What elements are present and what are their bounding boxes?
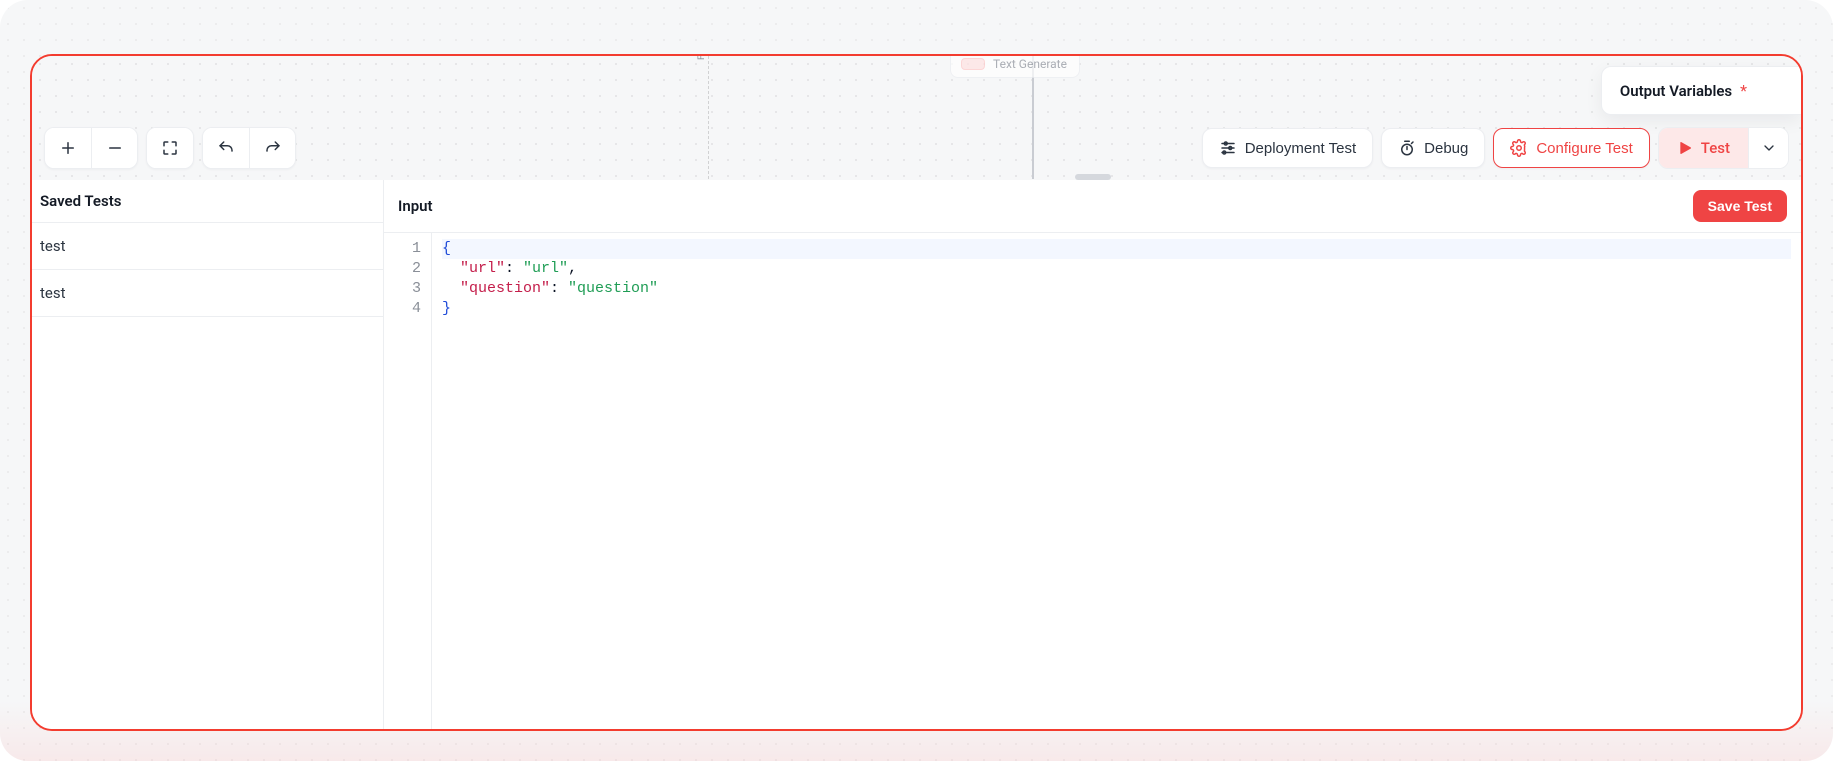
zoom-out-button[interactable]: [91, 128, 137, 168]
input-editor: Input Save Test 1234 { "url": "url", "qu…: [384, 180, 1801, 729]
code-line: {: [442, 239, 1791, 259]
editor-header: Input Save Test: [384, 180, 1801, 233]
canvas-toolbar: Deployment Test Debug Configure Test: [44, 127, 1789, 169]
editor-header-label: Input: [398, 197, 433, 215]
fit-view-button[interactable]: [147, 128, 193, 168]
saved-test-item[interactable]: test: [32, 270, 383, 317]
debug-button[interactable]: Debug: [1381, 128, 1485, 168]
app-root: Front Text Generate Output Variables *: [0, 0, 1833, 761]
gutter-line-number: 3: [390, 279, 421, 299]
gutter-line-number: 1: [390, 239, 421, 259]
redo-button[interactable]: [249, 128, 295, 168]
deployment-test-button[interactable]: Deployment Test: [1202, 128, 1373, 168]
gear-icon: [1510, 139, 1528, 157]
play-icon: [1677, 140, 1693, 156]
required-mark: *: [1740, 81, 1747, 100]
code-line: }: [442, 299, 1791, 319]
saved-tests-sidebar: Saved Tests testtest: [32, 180, 384, 729]
test-label: Test: [1701, 139, 1730, 157]
workflow-canvas[interactable]: Front Text Generate Output Variables *: [32, 56, 1801, 180]
code-content[interactable]: { "url": "url", "question": "question"}: [432, 233, 1801, 729]
undo-button[interactable]: [203, 128, 249, 168]
saved-tests-list: testtest: [32, 223, 383, 317]
test-button[interactable]: Test: [1659, 128, 1748, 168]
gutter-line-number: 2: [390, 259, 421, 279]
canvas-guide-label: Front: [697, 54, 707, 60]
test-dropdown-toggle[interactable]: [1748, 128, 1788, 168]
code-line: "url": "url",: [442, 259, 1791, 279]
undo-icon: [217, 139, 235, 157]
highlighted-region: Front Text Generate Output Variables *: [30, 54, 1803, 731]
configure-test-button[interactable]: Configure Test: [1493, 128, 1649, 168]
saved-test-item[interactable]: test: [32, 223, 383, 270]
output-variables-card[interactable]: Output Variables *: [1601, 66, 1801, 115]
fit-group: [146, 127, 194, 169]
panel-drag-handle[interactable]: [1075, 174, 1111, 180]
test-panel: Saved Tests testtest Input Save Test 123…: [32, 180, 1801, 729]
deployment-test-label: Deployment Test: [1245, 140, 1356, 157]
code-area: 1234 { "url": "url", "question": "questi…: [384, 233, 1801, 729]
history-group: [202, 127, 296, 169]
zoom-group: [44, 127, 138, 169]
zoom-in-button[interactable]: [45, 128, 91, 168]
chevron-down-icon: [1761, 140, 1777, 156]
gutter-line-number: 4: [390, 299, 421, 319]
save-test-label: Save Test: [1708, 198, 1772, 214]
redo-icon: [264, 139, 282, 157]
canvas-node-text-generate[interactable]: Text Generate: [950, 54, 1080, 78]
saved-tests-header: Saved Tests: [32, 180, 383, 223]
stopwatch-icon: [1398, 139, 1416, 157]
node-label: Text Generate: [993, 57, 1067, 71]
code-line: "question": "question": [442, 279, 1791, 299]
minus-icon: [106, 139, 124, 157]
debug-label: Debug: [1424, 140, 1468, 157]
test-split-button: Test: [1658, 127, 1789, 169]
save-test-button[interactable]: Save Test: [1693, 190, 1787, 222]
plus-icon: [59, 139, 77, 157]
output-variables-title: Output Variables: [1620, 82, 1732, 100]
code-gutter: 1234: [384, 233, 432, 729]
configure-test-label: Configure Test: [1536, 140, 1632, 157]
fullscreen-icon: [161, 139, 179, 157]
sliders-icon: [1219, 139, 1237, 157]
node-swatch: [961, 58, 985, 70]
